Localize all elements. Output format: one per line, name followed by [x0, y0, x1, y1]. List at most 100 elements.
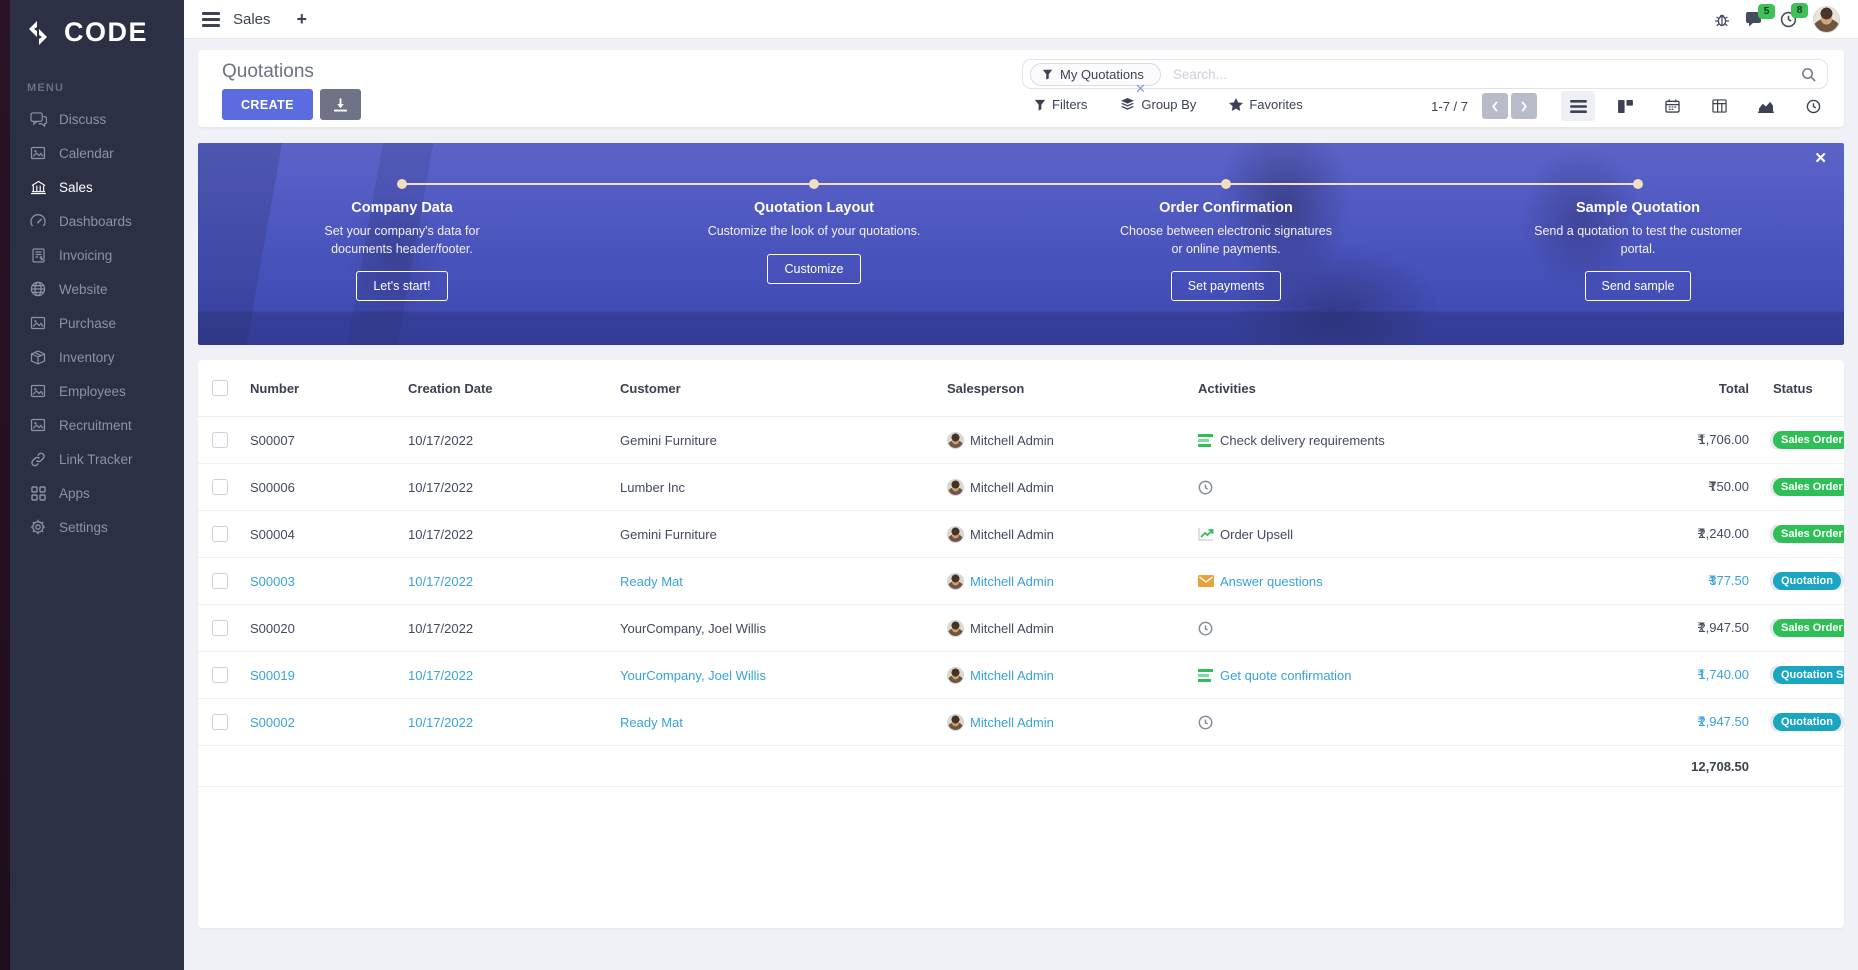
column-header-activities[interactable]: Activities: [1198, 381, 1551, 396]
download-icon: [334, 98, 347, 112]
column-header-customer[interactable]: Customer: [620, 381, 947, 396]
activity-label: Check delivery requirements: [1220, 433, 1385, 448]
user-avatar[interactable]: [1813, 6, 1840, 33]
gauge-icon: [29, 212, 47, 230]
group-by-button[interactable]: Group By: [1120, 97, 1196, 112]
step-dot: [809, 179, 819, 189]
hamburger-menu-icon[interactable]: [202, 12, 220, 27]
sidebar-item-label: Sales: [59, 180, 93, 195]
sidebar-item-website[interactable]: Website: [10, 272, 184, 306]
pivot-view-button[interactable]: [1702, 91, 1736, 121]
salesperson-avatar: [947, 620, 964, 637]
tasks-activity-icon[interactable]: [1198, 434, 1214, 447]
app-logo[interactable]: CODE: [10, 0, 184, 48]
banner-close-icon[interactable]: ✕: [1814, 151, 1827, 166]
quotations-list: Number Creation Date Customer Salesperso…: [198, 360, 1844, 928]
row-checkbox[interactable]: [212, 714, 228, 730]
sidebar-item-recruitment[interactable]: Recruitment: [10, 408, 184, 442]
sidebar-item-link-tracker[interactable]: Link Tracker: [10, 442, 184, 476]
column-header-total[interactable]: Total: [1551, 381, 1763, 396]
sidebar-item-dashboards[interactable]: Dashboards: [10, 204, 184, 238]
search-input[interactable]: [1171, 66, 1793, 83]
column-header-salesperson[interactable]: Salesperson: [947, 381, 1198, 396]
sidebar-item-invoicing[interactable]: Invoicing: [10, 238, 184, 272]
creation-date: 10/17/2022: [408, 621, 620, 636]
activity-count-badge: 8: [1791, 3, 1808, 18]
shop-icon: [29, 178, 47, 196]
image-placeholder-icon: [29, 144, 47, 162]
row-checkbox[interactable]: [212, 620, 228, 636]
topbar: Sales + 5 8: [184, 0, 1858, 39]
table-header-row: Number Creation Date Customer Salesperso…: [198, 360, 1844, 417]
sidebar-item-label: Invoicing: [59, 248, 112, 263]
column-header-creation-date[interactable]: Creation Date: [408, 381, 620, 396]
kanban-view-button[interactable]: [1608, 91, 1642, 121]
creation-date: 10/17/2022: [408, 480, 620, 495]
table-row[interactable]: S00006 10/17/2022 Lumber Inc Mitchell Ad…: [198, 464, 1844, 511]
row-checkbox[interactable]: [212, 573, 228, 589]
activity-clock-icon[interactable]: 8: [1780, 11, 1797, 28]
sidebar-item-settings[interactable]: Settings: [10, 510, 184, 544]
messages-count-badge: 5: [1758, 4, 1775, 19]
activity-view-button[interactable]: [1796, 91, 1830, 121]
table-row[interactable]: S00020 10/17/2022 YourCompany, Joel Will…: [198, 605, 1844, 652]
pager-next-button[interactable]: [1511, 93, 1537, 119]
sidebar-item-inventory[interactable]: Inventory: [10, 340, 184, 374]
graph-view-button[interactable]: [1749, 91, 1783, 121]
sidebar-item-apps[interactable]: Apps: [10, 476, 184, 510]
row-checkbox[interactable]: [212, 479, 228, 495]
customize-button[interactable]: Customize: [767, 254, 860, 284]
topbar-app-title[interactable]: Sales: [233, 11, 271, 28]
sidebar-item-purchase[interactable]: Purchase: [10, 306, 184, 340]
sidebar-item-sales[interactable]: Sales: [10, 170, 184, 204]
search-bar[interactable]: My Quotations ✕: [1022, 59, 1828, 89]
clock-activity-icon[interactable]: [1198, 480, 1213, 495]
table-row[interactable]: S00002 10/17/2022 Ready Mat Mitchell Adm…: [198, 699, 1844, 746]
calendar-view-button[interactable]: [1655, 91, 1689, 121]
column-header-status[interactable]: Status: [1763, 381, 1844, 396]
select-all-checkbox[interactable]: [212, 380, 228, 396]
tasks-activity-icon[interactable]: [1198, 669, 1214, 682]
table-row[interactable]: S00003 10/17/2022 Ready Mat Mitchell Adm…: [198, 558, 1844, 605]
table-row[interactable]: S00004 10/17/2022 Gemini Furniture Mitch…: [198, 511, 1844, 558]
set-payments-button[interactable]: Set payments: [1171, 271, 1281, 301]
salesperson-name: Mitchell Admin: [970, 527, 1054, 542]
facet-label: My Quotations: [1060, 67, 1144, 82]
salesperson-avatar: [947, 479, 964, 496]
sidebar-item-label: Link Tracker: [59, 452, 133, 467]
salesperson-name: Mitchell Admin: [970, 574, 1054, 589]
customer-name: YourCompany, Joel Willis: [620, 668, 947, 683]
filters-button[interactable]: Filters: [1034, 97, 1087, 112]
row-checkbox[interactable]: [212, 667, 228, 683]
messages-icon[interactable]: 5: [1746, 12, 1764, 27]
send-sample-button[interactable]: Send sample: [1585, 271, 1692, 301]
clock-activity-icon[interactable]: [1198, 621, 1213, 636]
facet-remove-icon[interactable]: ✕: [1135, 82, 1146, 95]
column-header-number[interactable]: Number: [250, 381, 408, 396]
pager-previous-button[interactable]: [1482, 93, 1508, 119]
quotation-number: S00002: [250, 715, 408, 730]
list-view-button[interactable]: [1561, 91, 1595, 121]
table-row[interactable]: S00019 10/17/2022 YourCompany, Joel Will…: [198, 652, 1844, 699]
row-checkbox[interactable]: [212, 432, 228, 448]
clock-activity-icon[interactable]: [1198, 715, 1213, 730]
creation-date: 10/17/2022: [408, 527, 620, 542]
email-activity-icon[interactable]: [1198, 575, 1214, 587]
sidebar-item-discuss[interactable]: Discuss: [10, 102, 184, 136]
image-placeholder-icon: [29, 314, 47, 332]
upsell-chart-activity-icon[interactable]: [1198, 528, 1214, 541]
customer-name: Ready Mat: [620, 574, 947, 589]
favorites-button[interactable]: Favorites: [1229, 97, 1302, 112]
order-total: ₹1,706.00: [1551, 432, 1763, 448]
sidebar-item-employees[interactable]: Employees: [10, 374, 184, 408]
sidebar-item-calendar[interactable]: Calendar: [10, 136, 184, 170]
table-row[interactable]: S00007 10/17/2022 Gemini Furniture Mitch…: [198, 417, 1844, 464]
export-button[interactable]: [320, 89, 361, 120]
order-total: ₹2,240.00: [1551, 526, 1763, 542]
debug-bug-icon[interactable]: [1714, 12, 1730, 27]
row-checkbox[interactable]: [212, 526, 228, 542]
create-button[interactable]: CREATE: [222, 89, 313, 120]
search-icon[interactable]: [1801, 67, 1816, 82]
add-tab-button[interactable]: +: [297, 10, 308, 28]
lets-start-button[interactable]: Let's start!: [356, 271, 447, 301]
